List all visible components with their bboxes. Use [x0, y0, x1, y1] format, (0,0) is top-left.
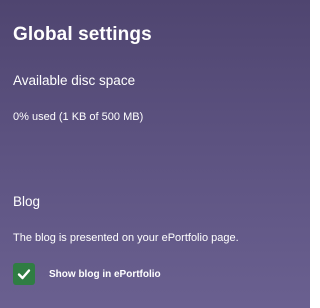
checkmark-icon — [17, 269, 31, 280]
blog-description: The blog is presented on your ePortfolio… — [13, 232, 239, 244]
disc-space-heading: Available disc space — [13, 73, 136, 88]
blog-heading: Blog — [13, 194, 41, 209]
panel-title: Global settings — [13, 24, 152, 45]
show-blog-checkbox[interactable] — [13, 263, 35, 285]
global-settings-panel: Global settings Available disc space 0% … — [0, 0, 310, 308]
disc-usage-text: 0% used (1 KB of 500 MB) — [13, 111, 144, 123]
show-blog-option[interactable]: Show blog in ePortfolio — [13, 262, 161, 286]
show-blog-label[interactable]: Show blog in ePortfolio — [49, 269, 161, 280]
